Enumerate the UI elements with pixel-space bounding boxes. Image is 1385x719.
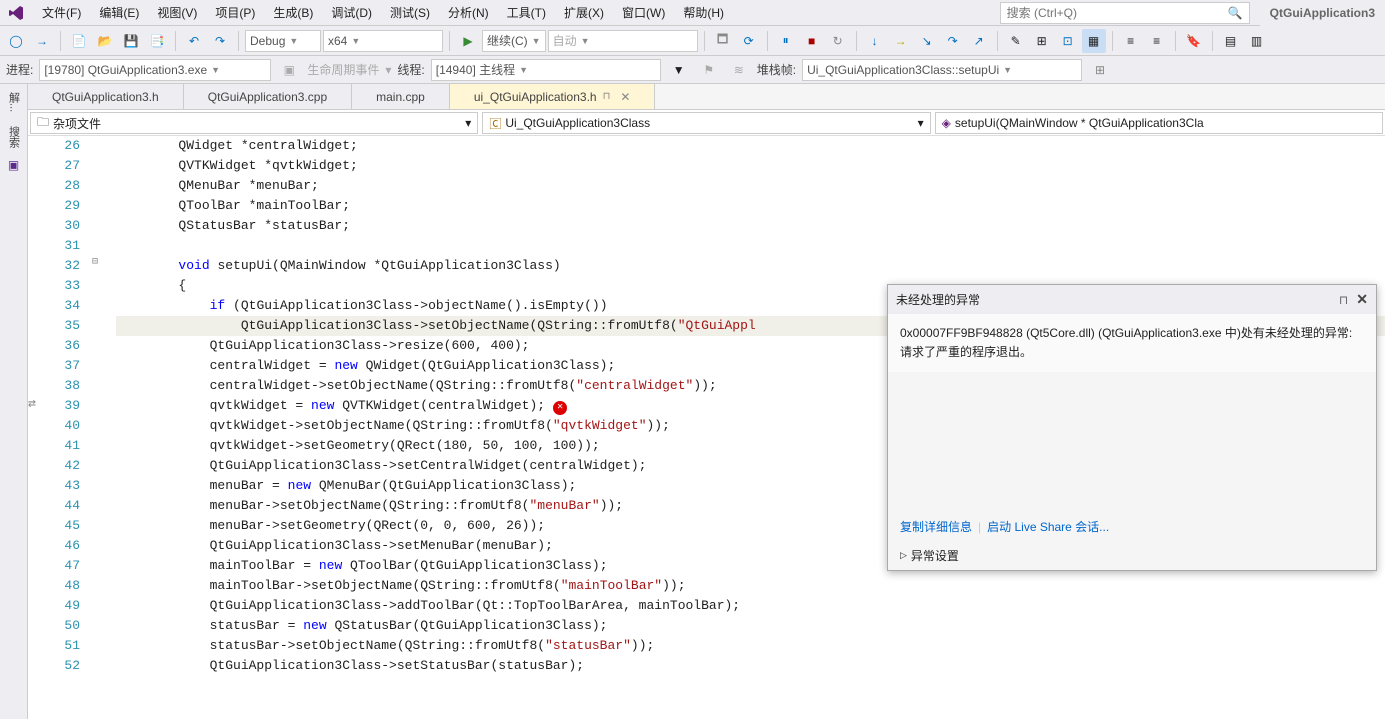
pause-button[interactable]: ⏸ xyxy=(774,29,798,53)
chevron-right-icon: ▷ xyxy=(900,550,907,561)
menu-help[interactable]: 帮助(H) xyxy=(675,0,732,25)
continue-button[interactable]: ▶ xyxy=(456,29,480,53)
back-button[interactable]: ◯ xyxy=(4,29,28,53)
open-button[interactable]: 📂 xyxy=(93,29,117,53)
tool-icon3[interactable]: ⊡ xyxy=(1056,29,1080,53)
threads-icon[interactable]: ≋ xyxy=(727,58,751,82)
save-button[interactable]: 💾 xyxy=(119,29,143,53)
app-title: QtGuiApplication3 xyxy=(1260,0,1385,26)
undo-button[interactable]: ↶ xyxy=(182,29,206,53)
outline-margin[interactable]: ⊟ xyxy=(86,136,104,719)
debug-location-bar: 进程: [19780] QtGuiApplication3.exe▼ ▣ 生命周… xyxy=(0,56,1385,84)
left-sidebar: 解... 搜索 ▣ xyxy=(0,84,28,719)
nav-scope[interactable]: 🗀杂项文件▾ xyxy=(30,112,478,134)
exception-popup-title: 未经处理的异常 ⊓ ✕ xyxy=(888,285,1376,314)
forward-button[interactable]: → xyxy=(30,29,54,53)
tab-ui-h[interactable]: ui_QtGuiApplication3.h⊓✕ xyxy=(450,84,656,109)
debug-icon2[interactable]: ⟳ xyxy=(737,29,761,53)
vs-logo-icon xyxy=(4,1,28,25)
exception-settings-expand[interactable]: ▷ 异常设置 xyxy=(888,541,1376,570)
menu-analyze[interactable]: 分析(N) xyxy=(440,0,497,25)
thread-combo[interactable]: [14940] 主线程▼ xyxy=(431,59,661,81)
menu-debug[interactable]: 调试(D) xyxy=(323,0,380,25)
menu-project[interactable]: 项目(P) xyxy=(207,0,263,25)
tool-icon4[interactable]: ▦ xyxy=(1082,29,1106,53)
stop-button[interactable]: ■ xyxy=(800,29,824,53)
popup-pin-icon[interactable]: ⊓ xyxy=(1339,293,1348,307)
quick-search[interactable]: 🔍 xyxy=(1000,2,1250,24)
search-icon[interactable]: 🔍 xyxy=(1222,6,1249,20)
tab-header-h[interactable]: QtGuiApplication3.h xyxy=(28,84,184,109)
next-statement-icon[interactable]: → xyxy=(889,29,913,53)
func-icon: ◈ xyxy=(942,116,951,130)
tab-cpp[interactable]: QtGuiApplication3.cpp xyxy=(184,84,352,109)
flag-icon[interactable]: ⚑ xyxy=(697,58,721,82)
save-all-button[interactable]: 📑 xyxy=(145,29,169,53)
menu-view[interactable]: 视图(V) xyxy=(149,0,205,25)
process-combo[interactable]: [19780] QtGuiApplication3.exe▼ xyxy=(39,59,271,81)
menu-edit[interactable]: 编辑(E) xyxy=(91,0,147,25)
stackframe-combo[interactable]: Ui_QtGuiApplication3Class::setupUi▼ xyxy=(802,59,1082,81)
tool-icon1[interactable]: ✎ xyxy=(1004,29,1028,53)
stackframe-label: 堆栈帧: xyxy=(757,61,796,78)
sidebar-tab-1[interactable]: 解... xyxy=(4,88,24,116)
menu-extensions[interactable]: 扩展(X) xyxy=(556,0,612,25)
nav-class[interactable]: 🄲Ui_QtGuiApplication3Class▾ xyxy=(482,112,930,134)
platform-combo[interactable]: x64▼ xyxy=(323,30,443,52)
exception-popup: 未经处理的异常 ⊓ ✕ 0x00007FF9BF948828 (Qt5Core.… xyxy=(887,284,1377,571)
scope-icon: 🗀 xyxy=(37,113,49,134)
tool-icon2[interactable]: ⊞ xyxy=(1030,29,1054,53)
redo-button[interactable]: ↷ xyxy=(208,29,232,53)
sync-icon[interactable]: ⊞ xyxy=(1088,58,1112,82)
quick-search-input[interactable] xyxy=(1001,6,1222,20)
continue-combo[interactable]: 继续(C)▼ xyxy=(482,30,546,52)
main-toolbar: ◯ → 📄 📂 💾 📑 ↶ ↷ Debug▼ x64▼ ▶ 继续(C)▼ 自动▼… xyxy=(0,26,1385,56)
tab-main[interactable]: main.cpp xyxy=(352,84,450,109)
nav-func[interactable]: ◈setupUi(QMainWindow * QtGuiApplication3… xyxy=(935,112,1383,134)
menu-test[interactable]: 测试(S) xyxy=(382,0,438,25)
line-numbers: 2627282930313233343536373839404142434445… xyxy=(54,136,86,719)
breakpoint-margin[interactable]: ⇄ xyxy=(28,136,54,719)
class-icon: 🄲 xyxy=(489,115,501,132)
copy-details-link[interactable]: 复制详细信息 xyxy=(900,518,972,535)
menu-build[interactable]: 生成(B) xyxy=(265,0,321,25)
indent-left-icon[interactable]: ≡ xyxy=(1119,29,1143,53)
popup-close-icon[interactable]: ✕ xyxy=(1356,291,1368,308)
comment-icon[interactable]: ▤ xyxy=(1219,29,1243,53)
lifecycle-icon[interactable]: ▣ xyxy=(277,58,301,82)
live-share-link[interactable]: 启动 Live Share 会话... xyxy=(987,518,1109,535)
step-over-icon[interactable]: ↷ xyxy=(941,29,965,53)
sidebar-icon[interactable]: ▣ xyxy=(8,158,19,172)
thread-label: 线程: xyxy=(397,61,424,78)
restart-button[interactable]: ↻ xyxy=(826,29,850,53)
config-combo[interactable]: Debug▼ xyxy=(245,30,321,52)
uncomment-icon[interactable]: ▥ xyxy=(1245,29,1269,53)
step-out-icon[interactable]: ↗ xyxy=(967,29,991,53)
error-icon[interactable] xyxy=(553,401,567,415)
document-tabs: QtGuiApplication3.h QtGuiApplication3.cp… xyxy=(28,84,1385,110)
bookmark-icon[interactable]: 🔖 xyxy=(1182,29,1206,53)
menu-window[interactable]: 窗口(W) xyxy=(614,0,673,25)
exception-message: 0x00007FF9BF948828 (Qt5Core.dll) (QtGuiA… xyxy=(888,314,1376,372)
sidebar-tab-2[interactable]: 搜索 xyxy=(4,122,24,152)
pin-icon[interactable]: ⊓ xyxy=(603,91,611,102)
swap-icon: ⇄ xyxy=(28,396,36,411)
step-into-icon[interactable]: ↓ xyxy=(863,29,887,53)
step-into2-icon[interactable]: ↘ xyxy=(915,29,939,53)
menubar: 文件(F) 编辑(E) 视图(V) 项目(P) 生成(B) 调试(D) 测试(S… xyxy=(0,0,1260,26)
code-nav-bar: 🗀杂项文件▾ 🄲Ui_QtGuiApplication3Class▾ ◈setu… xyxy=(28,110,1385,136)
menu-file[interactable]: 文件(F) xyxy=(34,0,89,25)
indent-right-icon[interactable]: ≡ xyxy=(1145,29,1169,53)
process-label: 进程: xyxy=(6,61,33,78)
auto-combo[interactable]: 自动▼ xyxy=(548,30,698,52)
close-icon[interactable]: ✕ xyxy=(620,90,630,104)
debug-icon1[interactable]: 🗖 xyxy=(711,29,735,53)
menu-tools[interactable]: 工具(T) xyxy=(499,0,554,25)
new-button[interactable]: 📄 xyxy=(67,29,91,53)
lifecycle-label: 生命周期事件 xyxy=(307,61,379,78)
filter-icon[interactable]: ▼ xyxy=(667,58,691,82)
